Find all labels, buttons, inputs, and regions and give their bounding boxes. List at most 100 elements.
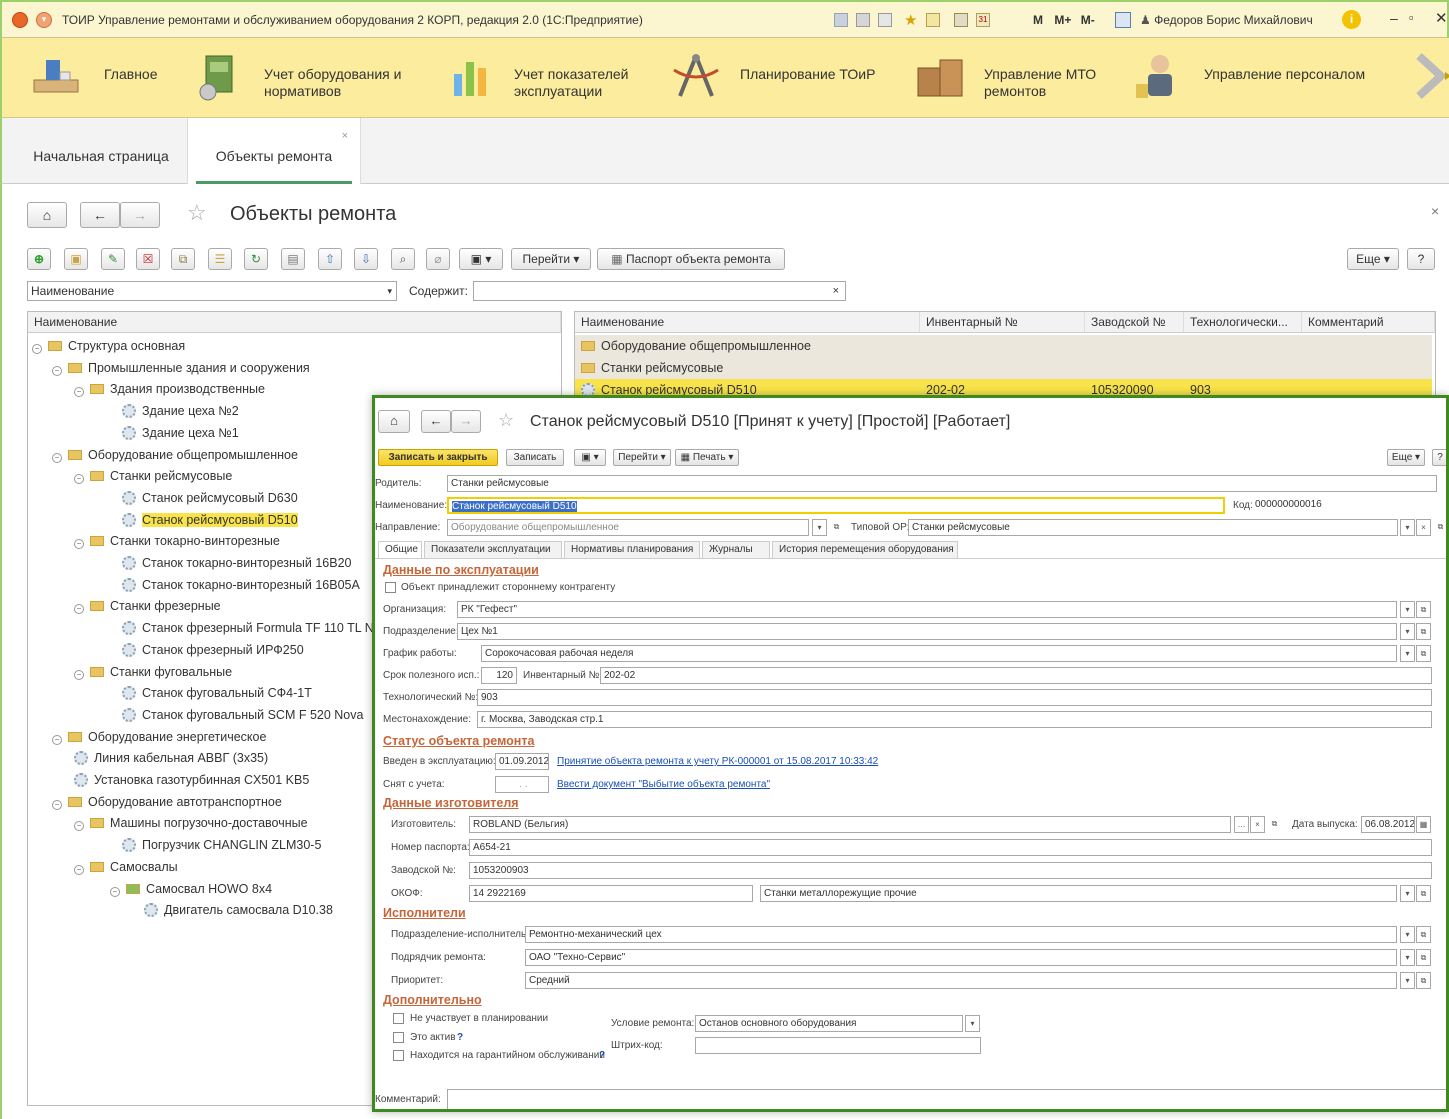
okof-name-field[interactable]: Станки металлорежущие прочие xyxy=(760,885,1397,902)
memory-minus-button[interactable]: M- xyxy=(1081,13,1095,27)
collapse-toggle-icon[interactable]: − xyxy=(110,886,120,897)
contains-input[interactable]: × xyxy=(473,281,846,301)
history-icon[interactable] xyxy=(926,13,940,27)
col-inventory[interactable]: Инвентарный № xyxy=(920,312,1085,333)
form-goto-button[interactable]: Перейти ▾ xyxy=(613,449,671,466)
tree-row[interactable]: Здание цеха №1 xyxy=(110,423,239,443)
collapse-toggle-icon[interactable]: − xyxy=(74,864,84,875)
asset-checkbox[interactable] xyxy=(393,1032,404,1043)
col-name[interactable]: Наименование xyxy=(575,312,920,333)
move-up-icon[interactable]: ⇧ xyxy=(318,248,342,270)
tree-row[interactable]: Линия кабельная АВВГ (3х35) xyxy=(74,748,268,768)
schedule-open-icon[interactable]: ⧉ xyxy=(1416,645,1431,662)
direction-field[interactable]: Оборудование общепромышленное xyxy=(447,519,809,536)
add-group-icon[interactable]: ▣ xyxy=(64,248,88,270)
asset-help-link[interactable]: ? xyxy=(457,1032,463,1043)
tree-row[interactable]: − Здания производственные xyxy=(74,379,265,399)
collapse-toggle-icon[interactable]: − xyxy=(52,452,62,463)
typical-dropdown-icon[interactable]: ▾ xyxy=(1400,519,1415,536)
life-field[interactable]: 120 xyxy=(481,667,517,684)
contractor-open-icon[interactable]: ⧉ xyxy=(1416,949,1431,966)
form-back-button[interactable]: ← xyxy=(421,410,451,433)
tree-row[interactable]: − Станки фуговальные xyxy=(74,662,232,682)
tab-repair-objects[interactable]: Объекты ремонта × xyxy=(187,118,361,184)
clear-icon[interactable]: × xyxy=(833,282,839,300)
form-tab-4[interactable]: История перемещения оборудования xyxy=(772,541,958,558)
edit-icon[interactable]: ✎ xyxy=(101,248,125,270)
section-main[interactable]: Главное xyxy=(30,38,190,118)
form-tab-2[interactable]: Нормативы планирования xyxy=(564,541,700,558)
tree-row[interactable]: Станок фрезерный ИРФ250 xyxy=(110,640,304,660)
tree-row[interactable]: − Станки фрезерные xyxy=(74,596,221,616)
memory-button[interactable]: M xyxy=(1033,13,1043,27)
tree-row[interactable]: − Самосвал HOWO 8x4 xyxy=(110,879,272,899)
save-icon[interactable] xyxy=(834,13,848,27)
tree-row[interactable]: Здание цеха №2 xyxy=(110,401,239,421)
goto-button[interactable]: Перейти ▾ xyxy=(511,248,591,270)
user-menu[interactable]: ♟ Федоров Борис Михайлович xyxy=(1140,13,1313,27)
inventory-field[interactable]: 202-02 xyxy=(600,667,1432,684)
okof-dropdown-icon[interactable]: ▾ xyxy=(1400,885,1415,902)
org-open-icon[interactable]: ⧉ xyxy=(1416,601,1431,618)
typical-clear-icon[interactable]: × xyxy=(1416,519,1431,536)
section-mto[interactable]: Управление МТО ремонтов xyxy=(914,38,1154,118)
commission-document-link[interactable]: Принятие объекта ремонта к учету РК-0000… xyxy=(557,756,878,767)
list-row[interactable]: Станки рейсмусовые xyxy=(575,357,1432,379)
parent-field[interactable]: Станки рейсмусовые xyxy=(447,475,1437,492)
collapse-toggle-icon[interactable]: − xyxy=(74,387,84,398)
priority-field[interactable]: Средний xyxy=(525,972,1397,989)
exec-dept-field[interactable]: Ремонтно-механический цех xyxy=(525,926,1397,943)
org-dropdown-icon[interactable]: ▾ xyxy=(1400,601,1415,618)
tree-row[interactable]: Установка газотурбинная CX501 KB5 xyxy=(74,770,309,790)
save-button[interactable]: Записать xyxy=(506,449,564,466)
info-icon[interactable]: i xyxy=(1342,10,1361,29)
section-equipment[interactable]: Учет оборудования и нормативов xyxy=(194,38,434,118)
search-field-select[interactable]: Наименование ▾ xyxy=(27,281,397,301)
move-icon[interactable]: ☰ xyxy=(208,248,232,270)
passport-button[interactable]: ▦ Паспорт объекта ремонта xyxy=(597,248,785,270)
priority-open-icon[interactable]: ⧉ xyxy=(1416,972,1431,989)
retire-document-link[interactable]: Ввести документ "Выбытие объекта ремонта… xyxy=(557,779,770,790)
create-based-on-button[interactable]: ▣ ▾ xyxy=(459,248,503,270)
tree-row[interactable]: Погрузчик CHANGLIN ZLM30-5 xyxy=(110,835,321,855)
list-row[interactable]: Оборудование общепромышленное xyxy=(575,335,1432,357)
app-logo-icon[interactable] xyxy=(12,12,28,28)
back-button[interactable]: ← xyxy=(80,202,120,228)
minimize-icon[interactable]: – xyxy=(1390,10,1398,26)
cancel-search-icon[interactable]: ⌀ xyxy=(426,248,450,270)
tree-row[interactable]: − Оборудование энергетическое xyxy=(52,727,266,747)
home-button[interactable]: ⌂ xyxy=(27,202,67,228)
form-tab-0[interactable]: Общие xyxy=(378,541,422,559)
maker-clear-icon[interactable]: × xyxy=(1250,816,1265,833)
collapse-toggle-icon[interactable]: − xyxy=(52,365,62,376)
tree-row[interactable]: − Структура основная xyxy=(32,336,185,356)
tree-row[interactable]: − Станки рейсмусовые xyxy=(74,466,232,486)
help-button[interactable]: ? xyxy=(1407,248,1435,270)
okof-code-field[interactable]: 14 2922169 xyxy=(469,885,753,902)
sections-scroll-right[interactable] xyxy=(1407,38,1449,118)
tree-row[interactable]: − Оборудование общепромышленное xyxy=(52,445,298,465)
form-help-button[interactable]: ? xyxy=(1432,449,1446,466)
maker-open-icon[interactable]: ⧉ xyxy=(1267,816,1282,833)
col-comment[interactable]: Комментарий xyxy=(1302,312,1435,333)
preview-icon[interactable] xyxy=(878,13,892,27)
tree-row[interactable]: Станок рейсмусовый D630 xyxy=(110,488,298,508)
collapse-toggle-icon[interactable]: − xyxy=(74,821,84,832)
copy-icon[interactable]: ⧉ xyxy=(171,248,195,270)
close-page-icon[interactable]: × xyxy=(1431,203,1439,219)
removed-date-field[interactable]: . . xyxy=(495,776,549,793)
repair-condition-dropdown-icon[interactable]: ▾ xyxy=(965,1015,980,1032)
location-field[interactable]: г. Москва, Заводская стр.1 xyxy=(477,711,1432,728)
dept-open-icon[interactable]: ⧉ xyxy=(1416,623,1431,640)
name-field[interactable]: Станок рейсмусовый D510 xyxy=(447,497,1225,514)
warranty-checkbox[interactable] xyxy=(393,1050,404,1061)
favorites-icon[interactable]: ★ xyxy=(904,11,917,29)
tree-row[interactable]: Станок фрезерный Formula TF 110 TL N xyxy=(110,618,374,638)
collapse-toggle-icon[interactable]: − xyxy=(52,799,62,810)
repair-condition-field[interactable]: Останов основного оборудования xyxy=(695,1015,963,1032)
tree-row[interactable]: − Самосвалы xyxy=(74,857,178,877)
col-factory[interactable]: Заводской № xyxy=(1085,312,1184,333)
form-create-based-button[interactable]: ▣ ▾ xyxy=(574,449,606,466)
maker-field[interactable]: ROBLAND (Бельгия) xyxy=(469,816,1231,833)
barcode-field[interactable] xyxy=(695,1037,981,1054)
